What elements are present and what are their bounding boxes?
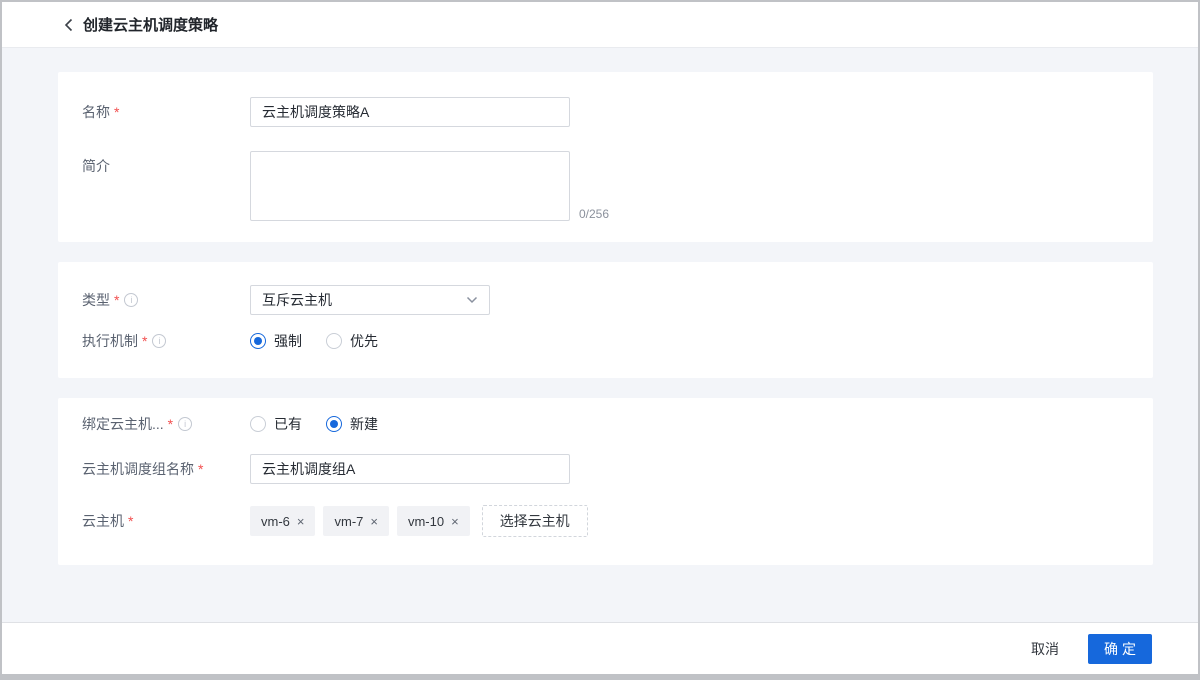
mechanism-row: 执行机制 * i 强制 优先 (82, 331, 1129, 351)
intro-textarea[interactable] (250, 151, 570, 221)
info-icon[interactable]: i (152, 334, 167, 348)
radio-label: 已有 (274, 416, 302, 432)
type-select[interactable]: 互斥云主机 (250, 285, 490, 315)
info-icon[interactable]: i (178, 417, 193, 431)
vm-tag-label: vm-10 (407, 513, 445, 529)
cancel-button[interactable]: 取消 (1031, 639, 1059, 659)
type-row: 类型 * i 互斥云主机 (82, 285, 1129, 315)
radio-option[interactable]: 优先 (326, 331, 378, 351)
page-title: 创建云主机调度策略 (83, 17, 219, 34)
type-label: 类型 * i (82, 290, 250, 310)
bind-mode-row: 绑定云主机... * i 已有 新建 (82, 414, 1129, 434)
vm-tag: vm-7 × (323, 506, 389, 536)
mechanism-label: 执行机制 * i (82, 331, 250, 351)
group-name-label: 云主机调度组名称 * (82, 461, 204, 477)
vm-tag-label: vm-7 (334, 513, 364, 529)
create-scheduling-policy-page: 创建云主机调度策略 名称 * 简介 0/256 (0, 0, 1200, 680)
type-select-value: 互斥云主机 (262, 292, 332, 308)
radio-circle-icon (326, 333, 342, 349)
intro-label: 简介 (82, 158, 110, 174)
basic-info-card: 名称 * 简介 0/256 (58, 72, 1153, 242)
radio-circle-icon (326, 416, 342, 432)
name-row: 名称 * (82, 97, 1129, 127)
name-input[interactable] (250, 97, 570, 127)
vms-label: 云主机 * (82, 513, 134, 529)
group-name-input[interactable] (250, 454, 570, 484)
radio-option[interactable]: 强制 (250, 331, 302, 351)
vm-tags: vm-6 × vm-7 × vm-10 × 选择云主机 (250, 505, 588, 537)
bind-group-card: 绑定云主机... * i 已有 新建 云主机调度组名称 * 云主机 * (58, 398, 1153, 565)
radio-label: 强制 (274, 333, 302, 349)
mechanism-radio-group: 强制 优先 (250, 331, 378, 351)
page-footer: 取消 确定 (2, 622, 1198, 674)
vm-tag: vm-6 × (250, 506, 316, 536)
required-mark: * (198, 461, 204, 477)
radio-option[interactable]: 新建 (326, 414, 378, 434)
radio-circle-icon (250, 416, 266, 432)
chevron-down-icon (466, 296, 478, 304)
page-header: 创建云主机调度策略 (2, 2, 1198, 48)
required-mark: * (114, 292, 120, 308)
back-button[interactable] (60, 17, 76, 33)
radio-label: 新建 (350, 416, 378, 432)
bind-mode-radio-group: 已有 新建 (250, 414, 378, 434)
type-card: 类型 * i 互斥云主机 执行机制 * i 强制 优先 (58, 262, 1153, 378)
required-mark: * (142, 333, 148, 349)
required-mark: * (128, 513, 134, 529)
char-counter: 0/256 (579, 207, 610, 221)
radio-label: 优先 (350, 333, 378, 349)
remove-tag-icon[interactable]: × (451, 514, 459, 529)
vm-tag: vm-10 × (396, 506, 470, 536)
select-vms-button[interactable]: 选择云主机 (481, 505, 588, 537)
intro-field: 0/256 (250, 151, 609, 221)
remove-tag-icon[interactable]: × (370, 514, 378, 529)
remove-tag-icon[interactable]: × (297, 514, 305, 529)
vm-tag-label: vm-6 (261, 513, 290, 529)
name-label: 名称 * (82, 104, 120, 120)
info-icon[interactable]: i (124, 293, 139, 307)
intro-row: 简介 0/256 (82, 151, 1129, 221)
vms-row: 云主机 * vm-6 × vm-7 × vm-10 × 选择云主机 (82, 505, 1129, 537)
radio-option[interactable]: 已有 (250, 414, 302, 434)
group-name-row: 云主机调度组名称 * (82, 454, 1129, 484)
bind-mode-label: 绑定云主机... * i (82, 414, 250, 434)
confirm-button[interactable]: 确定 (1088, 633, 1152, 664)
required-mark: * (167, 416, 174, 432)
radio-circle-icon (250, 333, 266, 349)
form-content: 名称 * 简介 0/256 类型 * i (2, 48, 1198, 622)
required-mark: * (114, 104, 120, 120)
chevron-left-icon (64, 18, 73, 32)
